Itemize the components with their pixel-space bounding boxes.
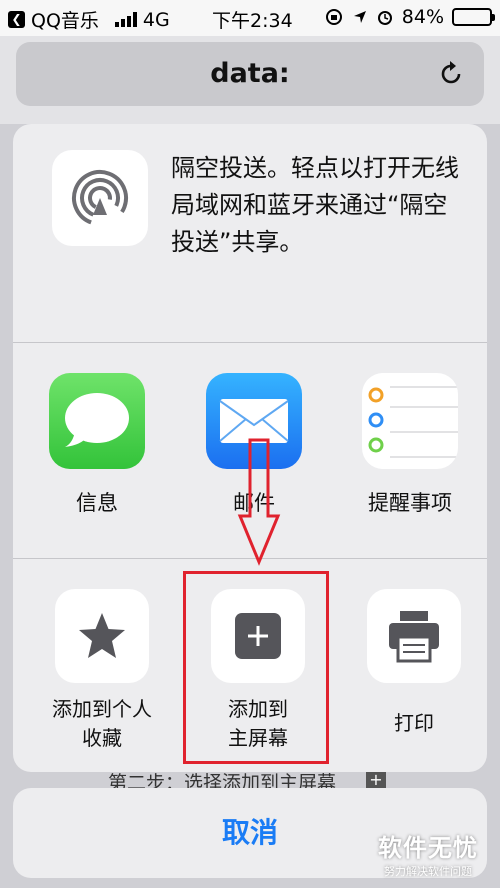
annotation-arrow-icon	[237, 438, 281, 566]
behind-page-plus: +	[366, 770, 386, 790]
action-label-line1: 添加到个人	[52, 697, 152, 721]
airdrop-icon	[71, 170, 128, 226]
status-left: ❮ QQ音乐 4G	[8, 6, 170, 33]
action-tile	[367, 589, 461, 683]
share-app-label: 提醒事项	[368, 491, 452, 515]
network-type: 4G	[142, 8, 170, 31]
share-app-messages[interactable]: 信息	[27, 373, 167, 517]
airdrop-icon-tile	[52, 150, 148, 246]
action-label: 打印	[339, 695, 487, 738]
location-icon	[353, 11, 366, 23]
messages-icon	[49, 373, 145, 469]
back-app-name[interactable]: QQ音乐	[31, 6, 99, 33]
address-bar[interactable]: data:	[16, 42, 484, 106]
back-to-app-icon[interactable]: ❮	[8, 11, 25, 28]
action-add-to-favorites[interactable]: 添加到个人 收藏	[27, 589, 177, 753]
watermark-title: 软件无忧	[378, 834, 478, 862]
action-tile	[55, 589, 149, 683]
reminders-icon	[362, 373, 458, 469]
alarm-icon	[377, 11, 392, 25]
airdrop-section[interactable]: 隔空投送。轻点以打开无线局域网和蓝牙来通过“隔空投送”共享。	[13, 124, 487, 342]
share-app-label: 信息	[76, 491, 118, 515]
orientation-lock-icon	[325, 9, 342, 25]
address-text: data:	[210, 58, 290, 89]
action-label-line1: 打印	[394, 711, 434, 735]
status-time: 下午2:34	[212, 10, 293, 32]
action-label: 添加到个人 收藏	[27, 695, 177, 753]
signal-strength-icon	[114, 12, 137, 27]
star-icon	[79, 613, 125, 658]
action-print[interactable]: 打印	[339, 589, 487, 738]
reload-icon[interactable]	[436, 59, 466, 89]
watermark-subtitle: 努力解决软件问题	[384, 865, 472, 878]
action-label-line2: 收藏	[82, 726, 122, 750]
battery-icon	[452, 8, 495, 26]
browser-toolbar: data:	[0, 36, 500, 124]
share-app-reminders[interactable]: 提醒事项	[340, 373, 480, 517]
airdrop-description: 隔空投送。轻点以打开无线局域网和蓝牙来通过“隔空投送”共享。	[171, 154, 459, 256]
status-right: 84%	[324, 6, 495, 28]
watermark: 软件无忧 努力解决软件问题	[378, 828, 478, 879]
status-bar: ❮ QQ音乐 4G 下午2:34 84%	[0, 0, 500, 36]
annotation-highlight-box	[183, 571, 329, 764]
battery-percent: 84%	[401, 6, 444, 28]
printer-icon	[389, 611, 439, 663]
